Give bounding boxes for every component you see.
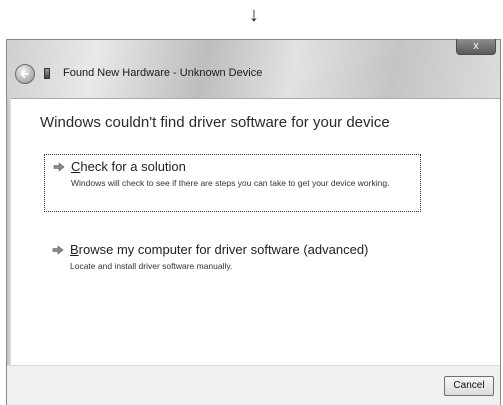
wizard-window: x Found New Hardware - Unknown Device Wi… <box>6 39 501 405</box>
green-arrow-icon <box>52 245 64 255</box>
cancel-button[interactable]: Cancel <box>444 376 494 396</box>
window-left-border <box>7 98 11 405</box>
back-button[interactable] <box>15 64 35 84</box>
option-description: Windows will check to see if there are s… <box>71 178 390 188</box>
device-icon <box>44 68 50 79</box>
close-button[interactable]: x <box>456 39 496 55</box>
check-for-solution-option[interactable]: Check for a solution Windows will check … <box>44 154 421 212</box>
option-title-text: rowse my computer for driver software (a… <box>78 242 369 257</box>
option-accesskey: B <box>70 242 79 257</box>
page-heading: Windows couldn't find driver software fo… <box>40 114 390 131</box>
screenshot-stage: ↓ x Found New Hardware - Unknown Device … <box>0 0 503 405</box>
close-icon: x <box>473 40 479 52</box>
option-title: Check for a solution <box>71 159 186 174</box>
browse-computer-option[interactable]: Browse my computer for driver software (… <box>44 238 421 278</box>
option-description: Locate and install driver software manua… <box>70 261 233 271</box>
option-title-text: heck for a solution <box>80 159 186 174</box>
window-title: Found New Hardware - Unknown Device <box>63 67 263 79</box>
button-bar: Cancel <box>7 365 500 405</box>
option-title: Browse my computer for driver software (… <box>70 242 368 257</box>
back-arrow-icon <box>20 70 29 78</box>
title-bar: x Found New Hardware - Unknown Device <box>7 39 500 99</box>
option-accesskey: C <box>71 159 81 174</box>
green-arrow-icon <box>53 162 65 172</box>
down-arrow-annotation: ↓ <box>249 4 259 26</box>
